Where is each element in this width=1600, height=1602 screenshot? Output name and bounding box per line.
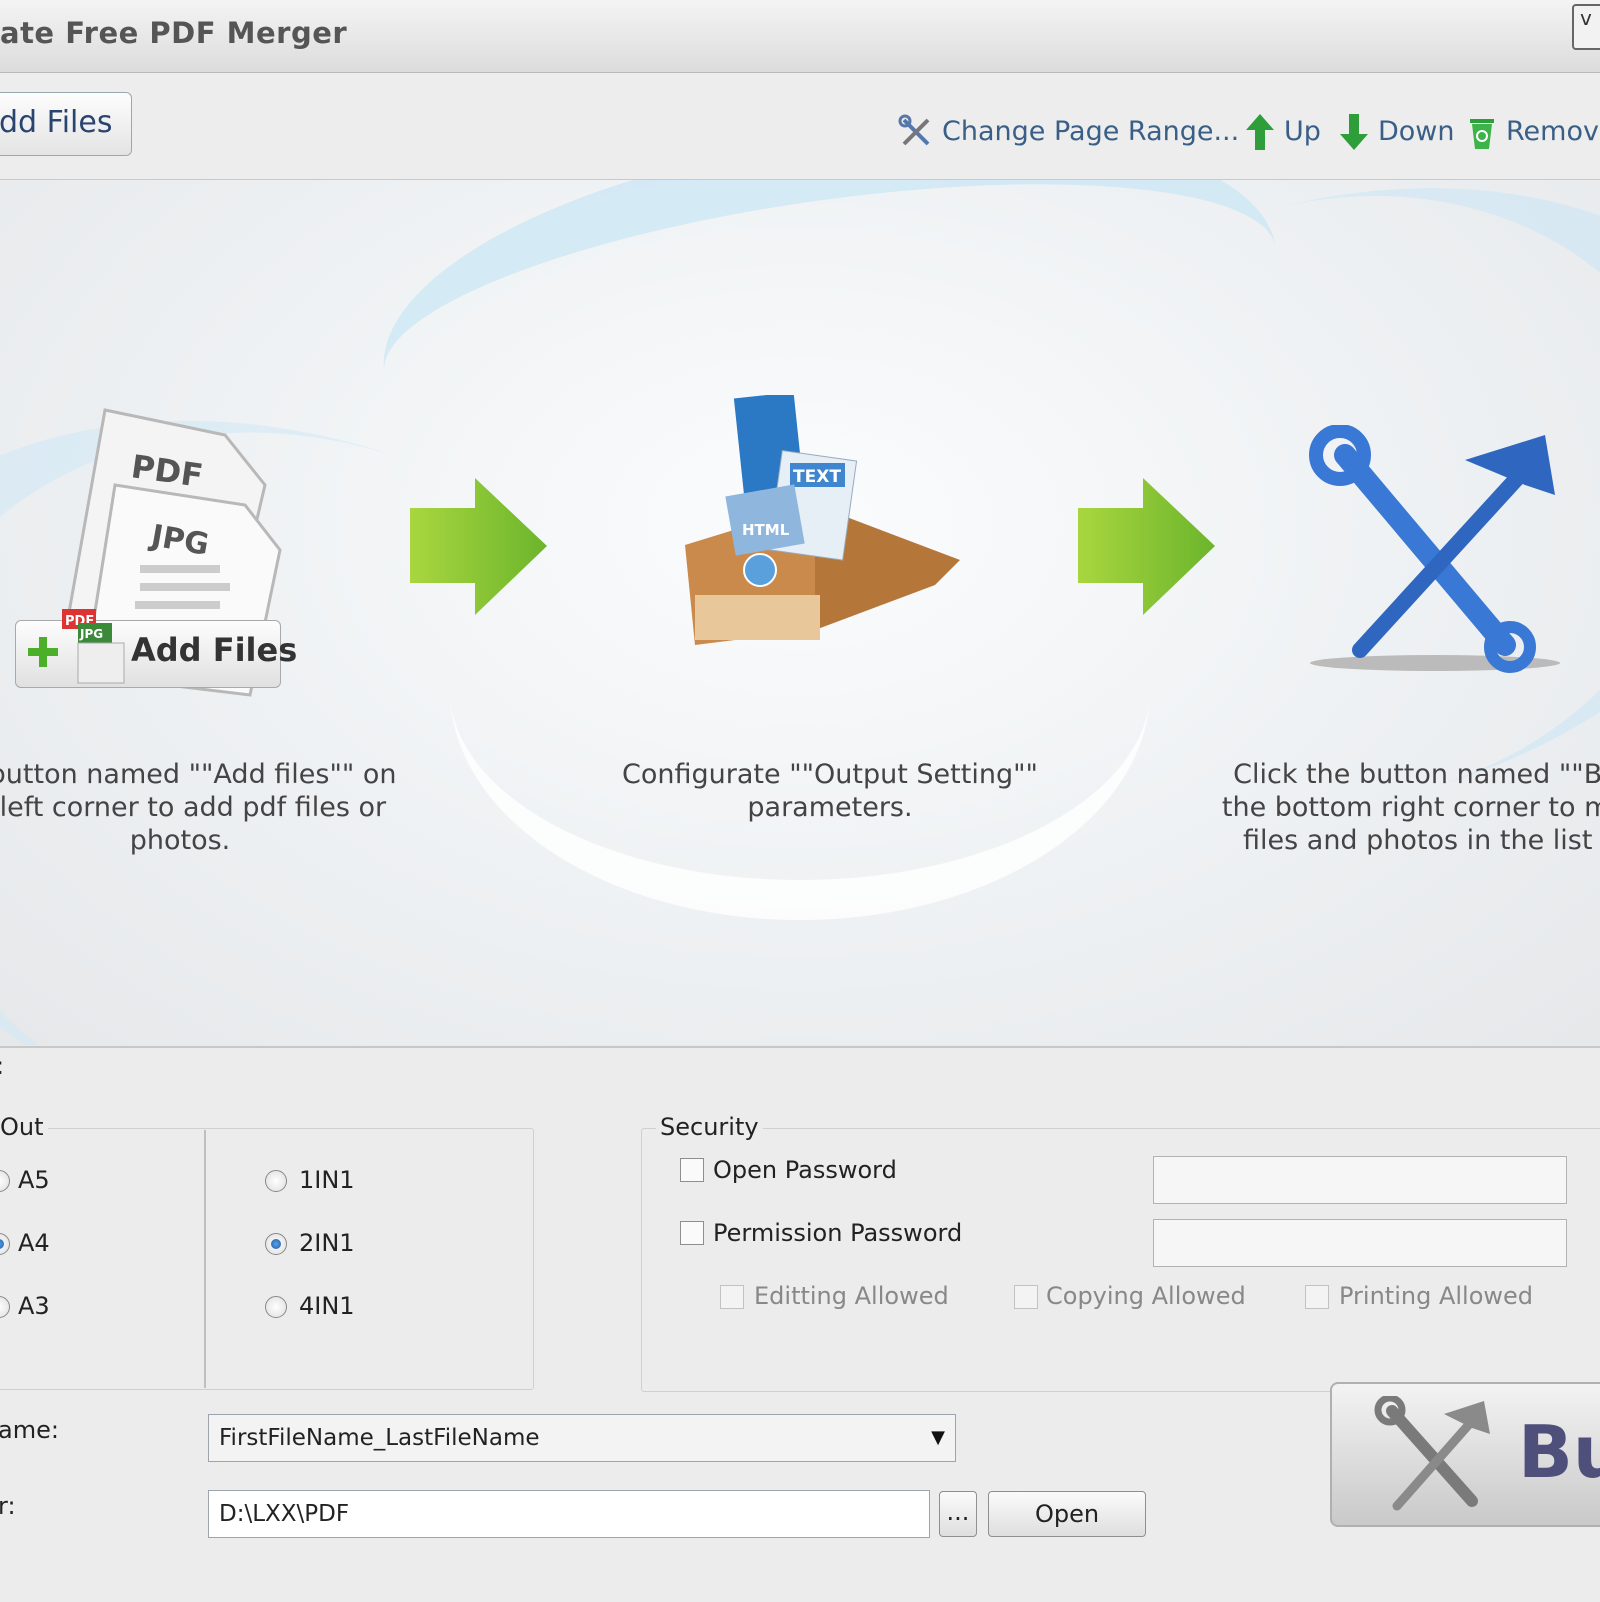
jpg-badge: JPG [79,627,103,641]
step-2-line: parameters. [747,792,913,823]
open-password-label: Open Password [713,1156,897,1184]
text-badge: TEXT [793,467,841,487]
remove-label: Remov [1506,116,1599,147]
add-files-illustration-label: Add Files [131,631,298,669]
window-title: ate Free PDF Merger [0,16,348,50]
group-divider [204,1130,206,1388]
html-badge: HTML [742,521,790,539]
build-tools-icon [1374,1396,1490,1511]
arrow-down-icon [1340,114,1368,150]
printing-allowed-label: Printing Allowed [1339,1282,1534,1310]
pages-2in1-label: 2IN1 [299,1229,355,1257]
step-1-line: photos. [129,825,231,856]
recycle-bin-icon [1470,119,1494,149]
browse-folder-button[interactable]: ... [939,1491,977,1537]
file-name-value: FirstFileName_LastFileName [219,1425,540,1451]
step-3-line: Click the button named ""Bui [1233,759,1600,790]
plus-icon [28,637,58,667]
permission-password-checkbox[interactable] [680,1221,704,1245]
permission-password-label: Permission Password [713,1219,963,1247]
page-size-a5-label: A5 [18,1166,50,1194]
arrow-right-icon [1078,478,1215,615]
chevron-down-icon[interactable]: ▼ [931,1415,945,1461]
instructions-panel: PDF JPG PDF JPG Add Files TEXT HTML e bu… [0,180,1600,1045]
printing-allowed-checkbox[interactable] [1305,1285,1329,1309]
add-files-illustration-button: PDF JPG Add Files [15,609,297,688]
add-files-button[interactable]: dd Files [0,92,132,156]
arrow-right-icon [410,478,547,615]
toolbar: dd Files Change Page Range... Up Down Re… [0,73,1600,181]
file-name-select[interactable]: FirstFileName_LastFileName ▼ [208,1414,956,1462]
copying-allowed-checkbox[interactable] [1014,1285,1038,1309]
remove-button[interactable]: Remov [1466,110,1599,154]
output-settings-panel: : Out A5 A4 A3 1IN1 2IN1 4IN1 Security O… [0,1046,1600,1602]
build-label: Bu [1518,1410,1600,1494]
step-1-line: p left corner to add pdf files or [0,792,387,823]
open-password-checkbox[interactable] [680,1158,704,1182]
change-page-range-button[interactable]: Change Page Range... [898,110,1239,154]
move-down-button[interactable]: Down [1338,110,1455,154]
step-2-description: Configurate ""Output Setting"" parameter… [600,758,1060,824]
copying-allowed-label: Copying Allowed [1046,1282,1246,1310]
move-up-button[interactable]: Up [1244,110,1321,154]
document-stack-icon: PDF JPG [62,609,125,684]
step-1-line: e button named ""Add files"" on [0,759,397,790]
pages-per-sheet-radio-1in1[interactable] [265,1170,287,1192]
page-size-a4-label: A4 [18,1229,50,1257]
build-tools-icon [1309,425,1560,673]
output-settings-heading: : [0,1052,4,1080]
step-1-description: e button named ""Add files"" on p left c… [0,758,400,857]
output-settings-book-icon: TEXT HTML [685,395,960,645]
step-3-line: files and photos in the list v [1243,825,1600,856]
permission-password-input[interactable] [1153,1219,1567,1267]
pages-per-sheet-radio-2in1[interactable] [265,1233,287,1255]
editing-allowed-label: Editting Allowed [754,1282,949,1310]
pages-4in1-label: 4IN1 [299,1292,355,1320]
title-bar: ate Free PDF Merger v [0,0,1600,73]
step-2-line: Configurate ""Output Setting"" [622,759,1038,790]
output-folder-label: r: [0,1492,16,1520]
window-control-button[interactable]: v [1572,4,1600,50]
page-size-a3-label: A3 [18,1292,50,1320]
security-group-label: Security [656,1113,763,1141]
open-password-input[interactable] [1153,1156,1567,1204]
file-name-label: ame: [0,1416,59,1444]
step-3-description: Click the button named ""Bui the bottom … [1210,758,1600,857]
page-layout-group-label: Out [0,1113,48,1141]
tools-icon [898,114,930,146]
pages-per-sheet-radio-4in1[interactable] [265,1296,287,1318]
page-layout-group [0,1128,534,1390]
pages-1in1-label: 1IN1 [299,1166,355,1194]
step-3-line: the bottom right corner to mer [1221,792,1600,823]
build-button[interactable]: Bu [1330,1382,1600,1527]
arrow-up-icon [1246,114,1274,150]
change-page-range-label: Change Page Range... [942,116,1240,147]
output-folder-input[interactable]: D:\LXX\PDF [208,1490,930,1538]
editing-allowed-checkbox[interactable] [720,1285,744,1309]
up-label: Up [1284,116,1321,147]
down-label: Down [1378,116,1455,147]
open-folder-button[interactable]: Open [988,1491,1146,1537]
